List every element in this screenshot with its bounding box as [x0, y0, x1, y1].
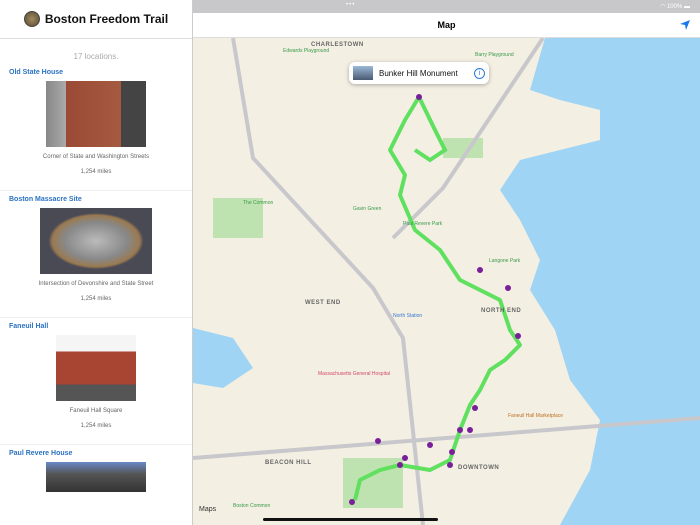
- status-bar: ••• ◠ 100% ▬: [193, 0, 700, 13]
- location-arrow-icon[interactable]: [679, 19, 691, 31]
- poi-label[interactable]: Faneuil Hall Marketplace: [508, 413, 563, 419]
- neighborhood-label: NORTH END: [481, 308, 522, 314]
- location-name[interactable]: Faneuil Hall: [9, 323, 183, 331]
- location-distance: 1,254 miles: [80, 296, 112, 302]
- poi-label[interactable]: Massachusetts General Hospital: [318, 371, 390, 377]
- callout-title: Bunker Hill Monument: [379, 68, 458, 78]
- nav-title: Map: [437, 20, 456, 30]
- sidebar-header: Boston Freedom Trail: [0, 0, 192, 39]
- poi-label[interactable]: Edwards Playground: [283, 48, 329, 54]
- sidebar-title: Boston Freedom Trail: [44, 12, 169, 26]
- location-address: Corner of State and Washington Streets: [42, 154, 150, 160]
- poi-label[interactable]: Paul Revere Park: [403, 221, 442, 227]
- wifi-icon: ◠: [660, 4, 667, 10]
- poi-label[interactable]: North Station: [393, 313, 422, 319]
- home-indicator[interactable]: [263, 518, 438, 521]
- battery-icon: ▬: [684, 4, 690, 10]
- battery-percent: 100%: [666, 4, 683, 10]
- massacre-site-photo: [40, 208, 152, 274]
- navigation-bar: Map: [193, 13, 700, 38]
- location-item[interactable]: Old State House Corner of State and Wash…: [0, 69, 192, 191]
- locations-sidebar[interactable]: Boston Freedom Trail 17 locations. Old S…: [0, 0, 193, 525]
- map-callout[interactable]: Bunker Hill Monument i: [349, 62, 489, 84]
- neighborhood-label: BEACON HILL: [265, 460, 312, 466]
- poi-label[interactable]: The Common: [243, 200, 273, 206]
- callout-thumbnail: [353, 66, 373, 80]
- location-address: Intersection of Devonshire and State Str…: [38, 281, 154, 287]
- old-state-house-photo: [46, 81, 146, 147]
- boston-seal-icon: [23, 11, 40, 27]
- location-item[interactable]: Faneuil Hall Faneuil Hall Square 1,254 m…: [0, 323, 192, 445]
- location-distance: 1,254 miles: [80, 169, 112, 175]
- poi-label[interactable]: Barry Playground: [475, 52, 514, 58]
- location-item[interactable]: Boston Massacre Site Intersection of Dev…: [0, 196, 192, 318]
- paul-revere-house-photo: [46, 462, 146, 492]
- info-icon[interactable]: i: [474, 67, 485, 79]
- poi-label[interactable]: Langone Park: [489, 258, 520, 264]
- multitask-dots-icon[interactable]: •••: [346, 2, 355, 8]
- freedom-trail-loop: [413, 96, 448, 163]
- poi-label[interactable]: Gavin Green: [353, 206, 381, 212]
- neighborhood-label: WEST END: [305, 300, 341, 306]
- location-distance: 1,254 miles: [80, 423, 112, 429]
- location-address: Faneuil Hall Square: [69, 408, 123, 414]
- map-view[interactable]: CHARLESTOWN NORTH END DOWNTOWN BEACON HI…: [193, 38, 700, 525]
- location-name[interactable]: Old State House: [9, 69, 183, 77]
- maps-logo[interactable]: Maps: [199, 506, 216, 513]
- location-item[interactable]: Paul Revere House: [0, 450, 192, 492]
- neighborhood-label: DOWNTOWN: [458, 465, 500, 471]
- location-name[interactable]: Boston Massacre Site: [9, 196, 183, 204]
- poi-label[interactable]: Boston Common: [233, 503, 270, 509]
- location-name[interactable]: Paul Revere House: [9, 450, 183, 458]
- location-count: 17 locations.: [73, 52, 119, 61]
- faneuil-hall-photo: [56, 335, 136, 401]
